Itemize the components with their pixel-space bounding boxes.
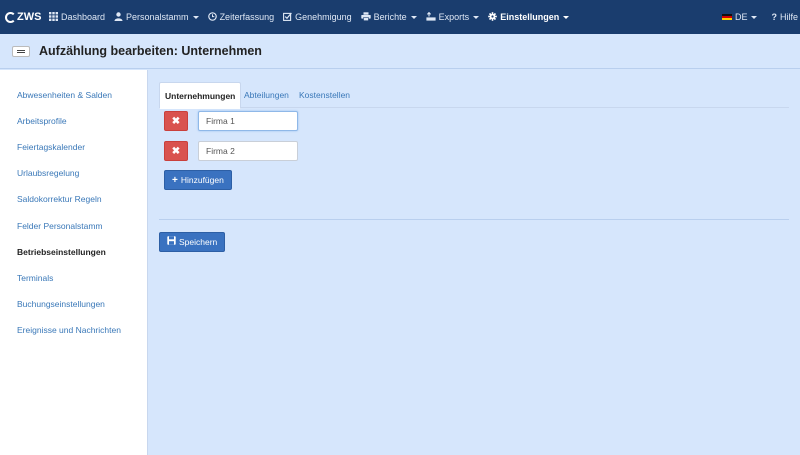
german-flag-icon [721, 13, 732, 21]
close-icon: ✖ [171, 145, 181, 157]
language-label: DE [734, 12, 748, 22]
help-link[interactable]: ? Hilfe [771, 12, 798, 22]
chevron-down-icon [473, 15, 480, 19]
close-icon: ✖ [171, 115, 181, 127]
save-button-label: Speichern [179, 237, 218, 247]
export-icon [426, 11, 436, 23]
sidebar-item-arbeitsprofile[interactable]: Arbeitsprofile [17, 116, 67, 126]
entry-row: ✖ [164, 141, 298, 161]
chevron-down-icon [410, 15, 417, 19]
nav-zeiterfassung[interactable]: Zeiterfassung [207, 11, 275, 23]
nav-einstellungen[interactable]: Einstellungen [488, 11, 570, 23]
help-label: Hilfe [779, 12, 798, 22]
question-icon: ? [771, 12, 777, 22]
sidebar-item-buchungseinstellungen[interactable]: Buchungseinstellungen [17, 299, 105, 309]
chevron-down-icon [563, 15, 570, 19]
chevron-down-icon [192, 15, 199, 19]
add-button[interactable]: + Hinzufügen [164, 170, 232, 190]
sidebar-item-urlaubsregelung[interactable]: Urlaubsregelung [17, 168, 79, 178]
navbar-right: DE ? Hilfe [721, 0, 800, 34]
nav-zeiterfassung-label: Zeiterfassung [219, 12, 275, 22]
sidebar: Abwesenheiten & Salden Arbeitsprofile Fe… [0, 70, 148, 455]
grid-icon [49, 11, 58, 23]
chevron-down-icon [751, 15, 758, 19]
sidebar-item-feiertagskalender[interactable]: Feiertagskalender [17, 142, 85, 152]
page-header: Aufzählung bearbeiten: Unternehmen [0, 34, 800, 69]
sidebar-item-abwesenheiten[interactable]: Abwesenheiten & Salden [17, 90, 112, 100]
printer-icon [360, 11, 371, 23]
add-button-label: Hinzufügen [180, 175, 224, 185]
entry-row: ✖ [164, 111, 298, 131]
nav-personalstamm[interactable]: Personalstamm [114, 11, 199, 23]
entry-name-input[interactable] [198, 111, 298, 131]
section-divider [159, 219, 789, 220]
save-button[interactable]: Speichern [159, 232, 226, 252]
sidebar-item-felder-personalstamm[interactable]: Felder Personalstamm [17, 221, 103, 231]
sidebar-item-ereignisse[interactable]: Ereignisse und Nachrichten [17, 325, 121, 335]
nav-dashboard-label: Dashboard [61, 12, 106, 22]
nav-einstellungen-label: Einstellungen [500, 12, 560, 22]
logo-ring-icon [5, 11, 16, 23]
delete-button[interactable]: ✖ [164, 141, 188, 161]
brand-logo[interactable]: ZWS [5, 11, 49, 23]
language-selector[interactable]: DE [721, 12, 758, 22]
nav-genehmigung-label: Genehmigung [295, 12, 352, 22]
nav-exports-label: Exports [438, 12, 470, 22]
tab-unternehmungen[interactable]: Unternehmungen [159, 82, 242, 109]
delete-button[interactable]: ✖ [164, 111, 188, 131]
plus-icon: + [172, 174, 178, 186]
check-square-icon [283, 12, 292, 23]
nav-exports[interactable]: Exports [426, 11, 480, 23]
top-navbar: ZWS Dashboard Personalstamm Zeiterfassun… [0, 0, 800, 34]
sidebar-item-terminals[interactable]: Terminals [17, 273, 53, 283]
page-title: Aufzählung bearbeiten: Unternehmen [39, 44, 262, 58]
main-content: Unternehmungen Abteilungen Kostenstellen… [149, 70, 800, 455]
clock-icon [207, 11, 217, 23]
user-icon [114, 11, 123, 23]
tab-kostenstellen[interactable]: Kostenstellen [299, 82, 350, 108]
gear-icon [488, 11, 497, 23]
tab-bar: Unternehmungen Abteilungen Kostenstellen [159, 82, 789, 109]
nav-genehmigung[interactable]: Genehmigung [283, 12, 352, 23]
sidebar-item-betriebseinstellungen[interactable]: Betriebseinstellungen [17, 247, 106, 257]
list-icon [12, 45, 30, 57]
nav-dashboard[interactable]: Dashboard [49, 11, 106, 23]
sidebar-item-saldokorrektur[interactable]: Saldokorrektur Regeln [17, 194, 102, 204]
brand-name: ZWS [17, 11, 42, 23]
entry-name-input[interactable] [198, 141, 298, 161]
nav-personalstamm-label: Personalstamm [126, 12, 189, 22]
nav-berichte[interactable]: Berichte [360, 11, 417, 23]
tab-abteilungen[interactable]: Abteilungen [244, 82, 289, 108]
floppy-disk-icon [167, 236, 176, 248]
nav-berichte-label: Berichte [373, 12, 407, 22]
